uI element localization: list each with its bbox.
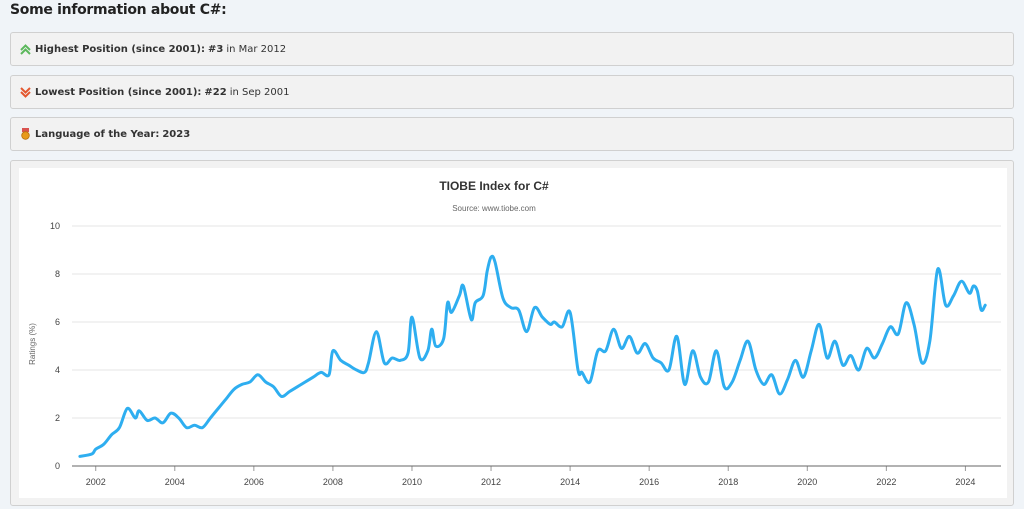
chart-title: TIOBE Index for C# [439,179,549,193]
double-chevron-down-icon [19,86,31,98]
y-tick-label: 6 [55,317,60,327]
language-of-year-box: Language of the Year: 2023 [10,117,1014,151]
chart-subtitle: Source: www.tiobe.com [452,204,536,213]
x-tick-label: 2016 [639,477,659,487]
highest-position-value: #3 [208,43,224,55]
lowest-position-box: Lowest Position (since 2001): #22 in Sep… [10,75,1014,109]
y-axis-ticks: 0 2 4 6 8 10 [50,221,60,471]
y-tick-label: 8 [55,269,60,279]
chart-panel: TIOBE Index for C# Source: www.tiobe.com… [10,160,1014,506]
x-tick-label: 2022 [876,477,896,487]
lowest-position-label: Lowest Position (since 2001): [35,86,202,98]
x-tick-label: 2020 [797,477,817,487]
award-medal-icon [19,128,31,140]
y-tick-label: 2 [55,413,60,423]
x-tick-label: 2014 [560,477,580,487]
lowest-position-date: in Sep 2001 [229,86,290,98]
x-axis-ticks: 2002 2004 2006 2008 2010 2012 2014 2016 2018 2020… [86,466,975,487]
page-heading: Some information about C#: [10,2,227,18]
y-tick-label: 10 [50,221,60,231]
highest-position-label: Highest Position (since 2001): [35,43,205,55]
x-tick-label: 2004 [165,477,185,487]
x-tick-label: 2012 [481,477,501,487]
x-tick-label: 2024 [955,477,975,487]
lowest-position-value: #22 [204,86,227,98]
x-tick-label: 2010 [402,477,422,487]
x-tick-label: 2006 [244,477,264,487]
highest-position-date: in Mar 2012 [226,43,287,55]
tiobe-line-chart: TIOBE Index for C# Source: www.tiobe.com… [28,179,1001,487]
grid-lines [72,225,1001,419]
chart-container: TIOBE Index for C# Source: www.tiobe.com… [19,168,1007,498]
x-tick-label: 2002 [86,477,106,487]
y-tick-label: 4 [55,365,60,375]
y-axis-label: Ratings (%) [28,323,37,365]
series-line-csharp [78,254,987,458]
y-tick-label: 0 [55,461,60,471]
highest-position-box: Highest Position (since 2001): #3 in Mar… [10,32,1014,66]
x-tick-label: 2008 [323,477,343,487]
language-of-year-value: 2023 [162,128,191,140]
x-tick-label: 2018 [718,477,738,487]
language-of-year-label: Language of the Year: [35,128,160,140]
double-chevron-up-icon [19,43,31,55]
